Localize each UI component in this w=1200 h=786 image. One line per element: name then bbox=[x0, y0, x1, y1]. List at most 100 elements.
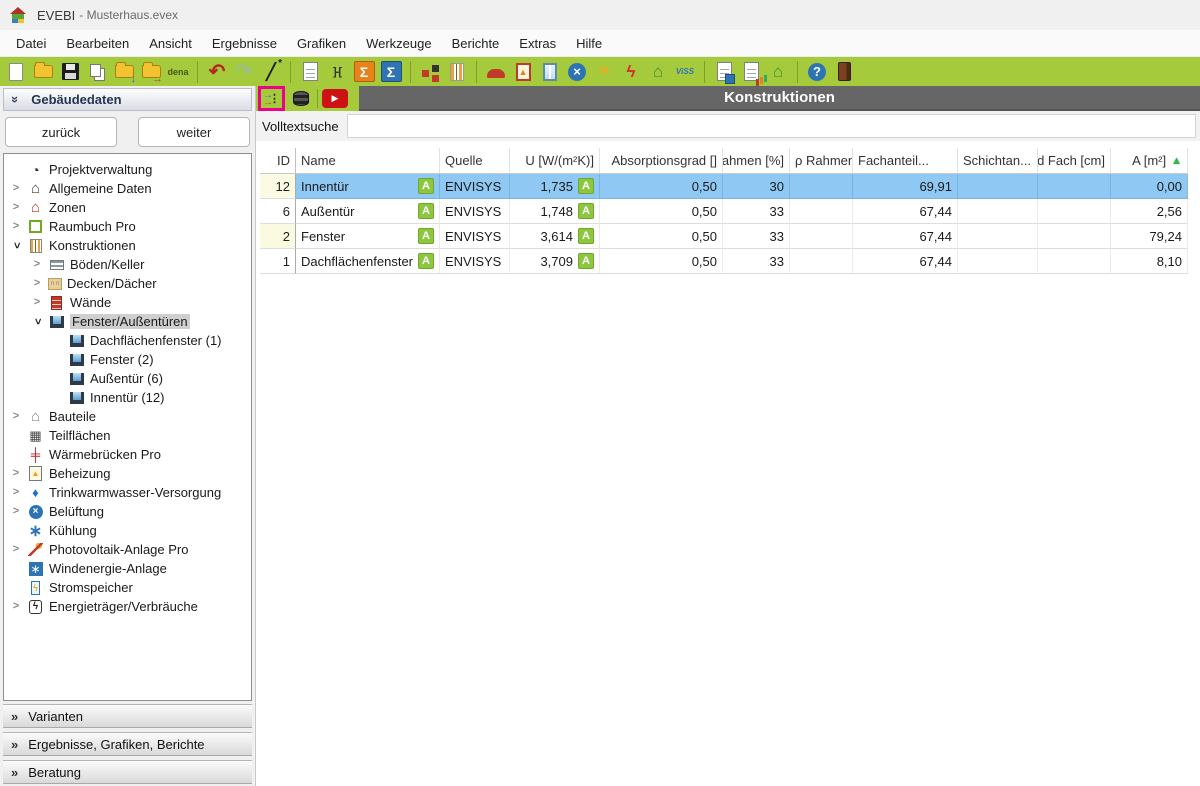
table-cell-rahmen[interactable]: 30 bbox=[723, 174, 790, 199]
expander-icon[interactable]: > bbox=[11, 240, 22, 252]
energy-house-icon[interactable]: ⌂ bbox=[766, 60, 790, 84]
tree-item-photovoltaik[interactable]: >Photovoltaik-Anlage Pro bbox=[4, 540, 251, 559]
table-cell-d-fach[interactable] bbox=[1038, 174, 1111, 199]
fulltext-search-input[interactable] bbox=[347, 114, 1196, 138]
expander-icon[interactable]: > bbox=[31, 297, 43, 308]
menu-extras[interactable]: Extras bbox=[509, 32, 566, 55]
transfer-data-icon[interactable]: →→ bbox=[263, 92, 280, 106]
tree-item-teilflaechen[interactable]: Teilflächen bbox=[4, 426, 251, 445]
table-cell-rahmen[interactable]: 33 bbox=[723, 224, 790, 249]
table-cell-absorption[interactable]: 0,50 bbox=[600, 249, 723, 274]
report-document-icon[interactable] bbox=[298, 60, 322, 84]
expander-icon[interactable]: > bbox=[10, 468, 22, 479]
sum-blue-icon[interactable]: Σ bbox=[379, 60, 403, 84]
table-cell-absorption[interactable]: 0,50 bbox=[600, 224, 723, 249]
tree-item-boeden-keller[interactable]: >Böden/Keller bbox=[4, 255, 251, 274]
table-cell-quelle[interactable]: ENVISYS bbox=[440, 199, 510, 224]
merge-data-icon[interactable]: ]-[ bbox=[325, 60, 349, 84]
menu-grafiken[interactable]: Grafiken bbox=[287, 32, 356, 55]
import-folder-icon[interactable]: ↓ bbox=[112, 60, 136, 84]
heating-frame-icon[interactable]: ▲ bbox=[511, 60, 535, 84]
column-header-quelle[interactable]: Quelle bbox=[440, 148, 510, 174]
table-cell-d-fach[interactable] bbox=[1038, 199, 1111, 224]
youtube-icon[interactable]: ▶ bbox=[322, 89, 348, 108]
expander-icon[interactable]: > bbox=[10, 506, 22, 517]
tree-item-fenster-aussentueren[interactable]: >Fenster/Außentüren bbox=[4, 312, 251, 331]
expander-icon[interactable]: > bbox=[10, 183, 22, 194]
table-cell-rahmen[interactable]: 33 bbox=[723, 249, 790, 274]
sidebar-header[interactable]: » Gebäudedaten bbox=[3, 88, 252, 111]
table-cell-u-value[interactable]: 1,735A bbox=[510, 174, 600, 199]
menu-berichte[interactable]: Berichte bbox=[442, 32, 510, 55]
table-cell-name[interactable]: AußentürA bbox=[296, 199, 440, 224]
menu-bearbeiten[interactable]: Bearbeiten bbox=[56, 32, 139, 55]
tree-item-energietraeger[interactable]: >Energieträger/Verbräuche bbox=[4, 597, 251, 616]
tree-item-stromspeicher[interactable]: Stromspeicher bbox=[4, 578, 251, 597]
table-cell-fachanteil[interactable]: 67,44 bbox=[853, 249, 958, 274]
accordion-varianten[interactable]: »Varianten bbox=[3, 704, 252, 728]
tree-item-bauteile[interactable]: >Bauteile bbox=[4, 407, 251, 426]
accordion-ergebnisse-grafiken-berichte[interactable]: »Ergebnisse, Grafiken, Berichte bbox=[3, 732, 252, 756]
viss-icon[interactable]: ViSS bbox=[673, 60, 697, 84]
table-cell-rho-rahmen[interactable] bbox=[790, 199, 853, 224]
house-euro-icon[interactable]: ⌂ bbox=[646, 60, 670, 84]
save-icon[interactable] bbox=[58, 60, 82, 84]
table-cell-name[interactable]: DachflächenfensterA bbox=[296, 249, 440, 274]
exit-door-icon[interactable] bbox=[832, 60, 856, 84]
tree-item-dachflaechenfenster[interactable]: Dachflächenfenster (1) bbox=[4, 331, 251, 350]
table-cell-schichtanzahl[interactable] bbox=[958, 174, 1038, 199]
tree-item-beheizung[interactable]: >Beheizung bbox=[4, 464, 251, 483]
tree-item-innentuer[interactable]: Innentür (12) bbox=[4, 388, 251, 407]
table-cell-rho-rahmen[interactable] bbox=[790, 249, 853, 274]
table-cell-u-value[interactable]: 3,709A bbox=[510, 249, 600, 274]
sun-icon[interactable]: ☀ bbox=[592, 60, 616, 84]
expander-icon[interactable]: > bbox=[10, 221, 22, 232]
tree-item-zonen[interactable]: >Zonen bbox=[4, 198, 251, 217]
column-header-id[interactable]: ID bbox=[260, 148, 296, 174]
column-header-u-value[interactable]: U [W/(m²K)] bbox=[510, 148, 600, 174]
menu-werkzeuge[interactable]: Werkzeuge bbox=[356, 32, 442, 55]
magic-wand-icon[interactable]: ╱ bbox=[259, 60, 283, 84]
tree-item-decken-daecher[interactable]: >Decken/Dächer bbox=[4, 274, 251, 293]
window-icon[interactable] bbox=[538, 60, 562, 84]
accordion-beratung[interactable]: »Beratung bbox=[3, 760, 252, 784]
tree-item-allgemeine-daten[interactable]: >Allgemeine Daten bbox=[4, 179, 251, 198]
column-header-fachanteil[interactable]: Fachanteil... bbox=[853, 148, 958, 174]
table-cell-rahmen[interactable]: 33 bbox=[723, 199, 790, 224]
dena-logo-icon[interactable]: dena bbox=[166, 60, 190, 84]
tree-item-konstruktionen[interactable]: >Konstruktionen bbox=[4, 236, 251, 255]
table-cell-id[interactable]: 1 bbox=[260, 249, 296, 274]
tree-item-aussentuer[interactable]: Außentür (6) bbox=[4, 369, 251, 388]
tree-item-trinkwarmwasser[interactable]: >Trinkwarmwasser-Versorgung bbox=[4, 483, 251, 502]
tree-item-raumbuch-pro[interactable]: >Raumbuch Pro bbox=[4, 217, 251, 236]
table-cell-id[interactable]: 2 bbox=[260, 224, 296, 249]
expander-icon[interactable]: > bbox=[31, 278, 43, 289]
expander-icon[interactable]: > bbox=[32, 316, 43, 328]
column-header-rho-rahmen[interactable]: ρ Rahmen... bbox=[790, 148, 853, 174]
menu-hilfe[interactable]: Hilfe bbox=[566, 32, 612, 55]
tree-item-belueftung[interactable]: >Belüftung bbox=[4, 502, 251, 521]
column-header-rahmen[interactable]: Rahmen [%] bbox=[723, 148, 790, 174]
column-header-name[interactable]: Name bbox=[296, 148, 440, 174]
table-cell-absorption[interactable]: 0,50 bbox=[600, 199, 723, 224]
report-chart-icon[interactable] bbox=[739, 60, 763, 84]
table-cell-id[interactable]: 6 bbox=[260, 199, 296, 224]
roof-icon[interactable] bbox=[484, 60, 508, 84]
table-cell-name[interactable]: InnentürA bbox=[296, 174, 440, 199]
column-header-absorptionsgrad[interactable]: Absorptionsgrad [] bbox=[600, 148, 723, 174]
table-cell-absorption[interactable]: 0,50 bbox=[600, 174, 723, 199]
table-cell-area[interactable]: 8,10 bbox=[1111, 249, 1188, 274]
menu-datei[interactable]: Datei bbox=[6, 32, 56, 55]
export-folder-icon[interactable]: → bbox=[139, 60, 163, 84]
table-cell-area[interactable]: 0,00 bbox=[1111, 174, 1188, 199]
table-cell-schichtanzahl[interactable] bbox=[958, 199, 1038, 224]
database-icon[interactable] bbox=[289, 87, 313, 111]
table-cell-d-fach[interactable] bbox=[1038, 224, 1111, 249]
flowchart-icon[interactable] bbox=[418, 60, 442, 84]
table-cell-d-fach[interactable] bbox=[1038, 249, 1111, 274]
expander-icon[interactable]: > bbox=[31, 259, 43, 270]
table-cell-schichtanzahl[interactable] bbox=[958, 224, 1038, 249]
new-file-icon[interactable] bbox=[4, 60, 28, 84]
menu-ergebnisse[interactable]: Ergebnisse bbox=[202, 32, 287, 55]
redo-icon[interactable]: ↷ bbox=[232, 60, 256, 84]
